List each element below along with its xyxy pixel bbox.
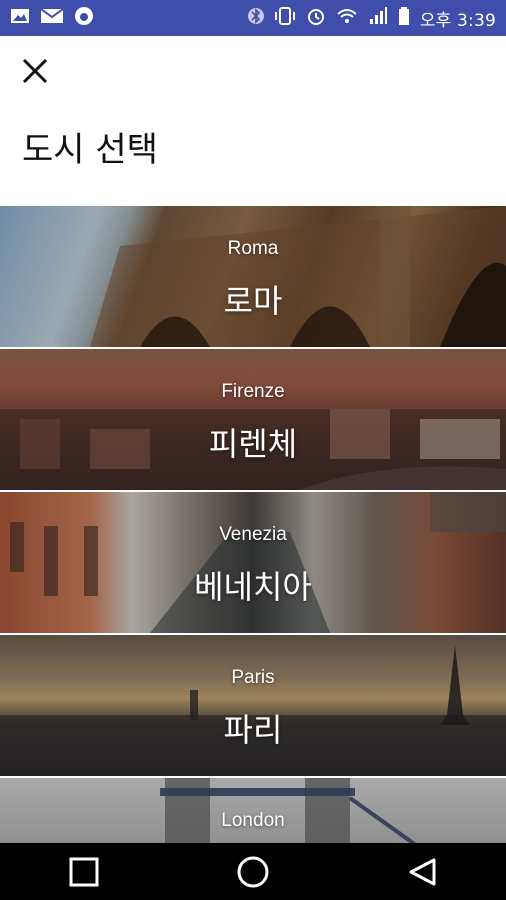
back-button[interactable] <box>392 843 452 900</box>
city-card-venezia[interactable]: Venezia 베네치아 <box>0 492 506 633</box>
recent-apps-button[interactable] <box>54 843 114 900</box>
vibrate-icon <box>274 6 296 30</box>
assistant-icon <box>74 6 94 30</box>
city-name-ko: 베네치아 <box>194 568 312 606</box>
city-card-firenze[interactable]: Firenze 피렌체 <box>0 349 506 490</box>
city-name-en: London <box>221 810 285 831</box>
city-name-en: Roma <box>227 238 279 259</box>
close-button[interactable] <box>18 54 52 88</box>
system-nav-bar <box>0 843 506 900</box>
signal-icon <box>368 6 388 30</box>
back-icon <box>409 858 436 885</box>
alarm-icon <box>306 6 326 30</box>
close-icon <box>22 58 48 84</box>
status-bar: 오후 3:39 <box>0 0 506 36</box>
city-name-ko: 파리 <box>223 711 283 749</box>
city-list[interactable]: Roma 로마 Firenze 피렌체 Venezia 베네치아 Paris 파… <box>0 206 506 843</box>
wifi-icon <box>336 6 358 30</box>
city-name-en: Paris <box>231 667 275 688</box>
gallery-icon <box>10 7 30 29</box>
app-header: 도시 선택 <box>0 36 506 206</box>
city-name-en: Firenze <box>221 381 285 402</box>
bluetooth-icon <box>247 6 264 30</box>
home-button[interactable] <box>223 843 283 900</box>
battery-icon <box>398 6 410 30</box>
city-card-roma[interactable]: Roma 로마 <box>0 206 506 347</box>
city-name-en: Venezia <box>219 524 287 545</box>
status-time: 오후 3:39 <box>419 10 496 31</box>
recent-apps-icon <box>69 857 99 886</box>
city-name-ko: 로마 <box>223 282 283 320</box>
page-title: 도시 선택 <box>22 130 158 170</box>
city-card-london[interactable]: London <box>0 778 506 843</box>
home-icon <box>237 856 269 887</box>
city-card-paris[interactable]: Paris 파리 <box>0 635 506 776</box>
city-name-ko: 피렌체 <box>208 425 298 463</box>
status-right: 오후 3:39 <box>247 6 496 31</box>
status-left <box>10 6 94 30</box>
mail-icon <box>40 7 64 29</box>
